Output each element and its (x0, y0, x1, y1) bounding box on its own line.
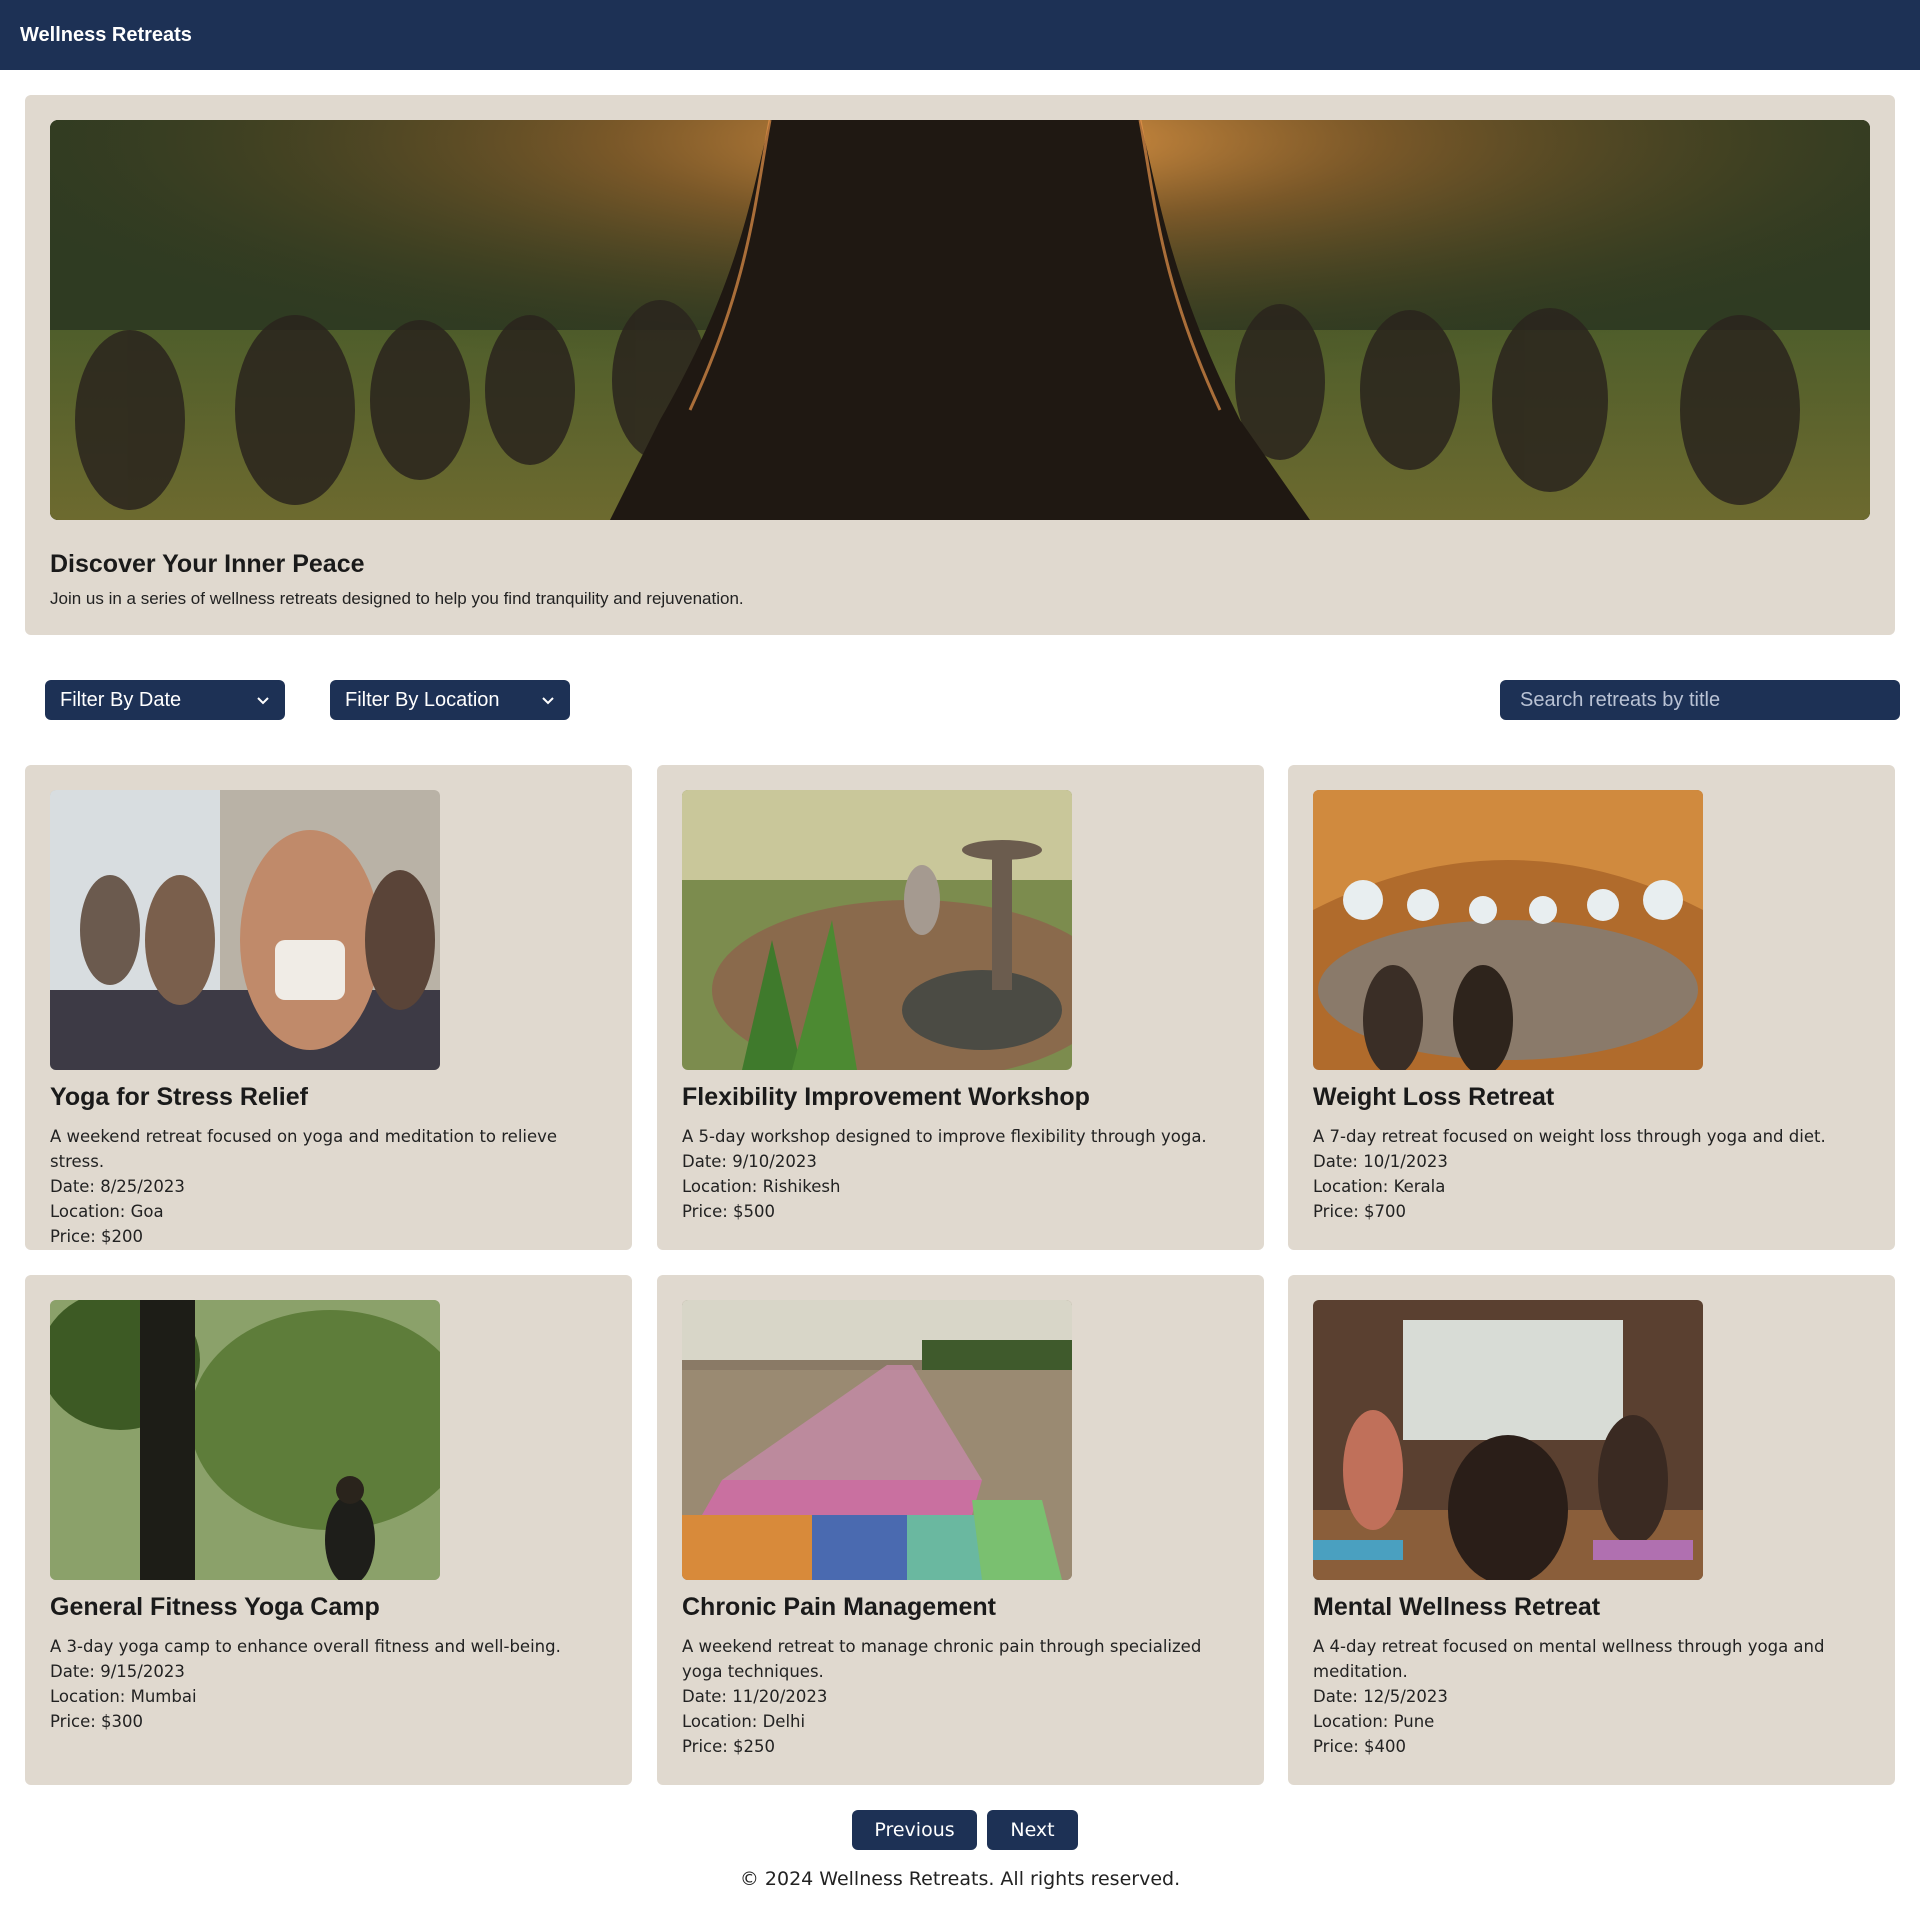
retreat-image (1313, 1300, 1703, 1580)
retreat-date: Date: 12/5/2023 (1313, 1687, 1448, 1706)
retreat-date: Date: 9/15/2023 (50, 1662, 185, 1681)
retreat-image (682, 1300, 1072, 1580)
filter-by-location-label: Filter By Location (345, 688, 500, 711)
retreat-description: A 4-day retreat focused on mental wellne… (1313, 1637, 1825, 1681)
retreat-price: Price: $200 (50, 1227, 144, 1246)
retreat-description: A 3-day yoga camp to enhance overall fit… (50, 1637, 561, 1656)
retreat-location: Location: Goa (50, 1202, 164, 1221)
retreat-title: Mental Wellness Retreat (1313, 1593, 1601, 1621)
retreat-image (50, 790, 440, 1070)
retreat-price: Price: $250 (682, 1737, 776, 1756)
retreat-location: Location: Rishikesh (682, 1177, 841, 1196)
retreat-date: Date: 9/10/2023 (682, 1152, 817, 1171)
retreat-card[interactable]: Yoga for Stress Relief A weekend retreat… (25, 765, 632, 1250)
retreat-title: Flexibility Improvement Workshop (682, 1083, 1090, 1111)
retreat-description: A 7-day retreat focused on weight loss t… (1313, 1127, 1826, 1146)
retreat-location: Location: Kerala (1313, 1177, 1446, 1196)
retreat-date: Date: 8/25/2023 (50, 1177, 185, 1196)
next-button[interactable]: Next (987, 1810, 1078, 1850)
chevron-down-icon (257, 697, 269, 705)
retreat-card[interactable]: Mental Wellness Retreat A 4-day retreat … (1288, 1275, 1895, 1785)
retreat-card[interactable]: Weight Loss Retreat A 7-day retreat focu… (1288, 765, 1895, 1250)
retreat-image (50, 1300, 440, 1580)
filter-by-date-label: Filter By Date (60, 688, 182, 711)
retreat-card[interactable]: Flexibility Improvement Workshop A 5-day… (657, 765, 1264, 1250)
filter-by-date-dropdown[interactable]: Filter By Date (45, 680, 285, 720)
retreat-title: Yoga for Stress Relief (50, 1083, 308, 1111)
filter-by-location-dropdown[interactable]: Filter By Location (330, 680, 570, 720)
retreat-title: Chronic Pain Management (682, 1593, 996, 1621)
retreat-image (1313, 790, 1703, 1070)
retreat-image (682, 790, 1072, 1070)
chevron-down-icon (542, 697, 554, 705)
retreat-price: Price: $700 (1313, 1202, 1407, 1221)
hero-title: Discover Your Inner Peace (50, 550, 365, 578)
retreat-description: A 5-day workshop designed to improve fle… (682, 1127, 1207, 1146)
retreat-description: A weekend retreat to manage chronic pain… (682, 1637, 1202, 1681)
brand-title[interactable]: Wellness Retreats (20, 24, 192, 47)
retreat-location: Location: Pune (1313, 1712, 1435, 1731)
retreat-title: Weight Loss Retreat (1313, 1083, 1555, 1111)
retreat-date: Date: 11/20/2023 (682, 1687, 828, 1706)
footer-copyright: © 2024 Wellness Retreats. All rights res… (739, 1868, 1181, 1890)
retreat-location: Location: Delhi (682, 1712, 806, 1731)
retreat-card[interactable]: Chronic Pain Management A weekend retrea… (657, 1275, 1264, 1785)
retreat-card[interactable]: General Fitness Yoga Camp A 3-day yoga c… (25, 1275, 632, 1785)
retreat-date: Date: 10/1/2023 (1313, 1152, 1448, 1171)
hero-subtitle: Join us in a series of wellness retreats… (50, 589, 744, 608)
retreat-title: General Fitness Yoga Camp (50, 1593, 380, 1621)
retreat-price: Price: $300 (50, 1712, 144, 1731)
hero-section: Discover Your Inner Peace Join us in a s… (25, 95, 1895, 635)
previous-button[interactable]: Previous (852, 1810, 977, 1850)
retreat-location: Location: Mumbai (50, 1687, 197, 1706)
retreat-price: Price: $500 (682, 1202, 776, 1221)
search-input[interactable] (1500, 680, 1900, 720)
retreat-description: A weekend retreat focused on yoga and me… (50, 1127, 558, 1171)
hero-image (50, 120, 1870, 520)
top-navbar: Wellness Retreats (0, 0, 1920, 70)
retreat-price: Price: $400 (1313, 1737, 1407, 1756)
